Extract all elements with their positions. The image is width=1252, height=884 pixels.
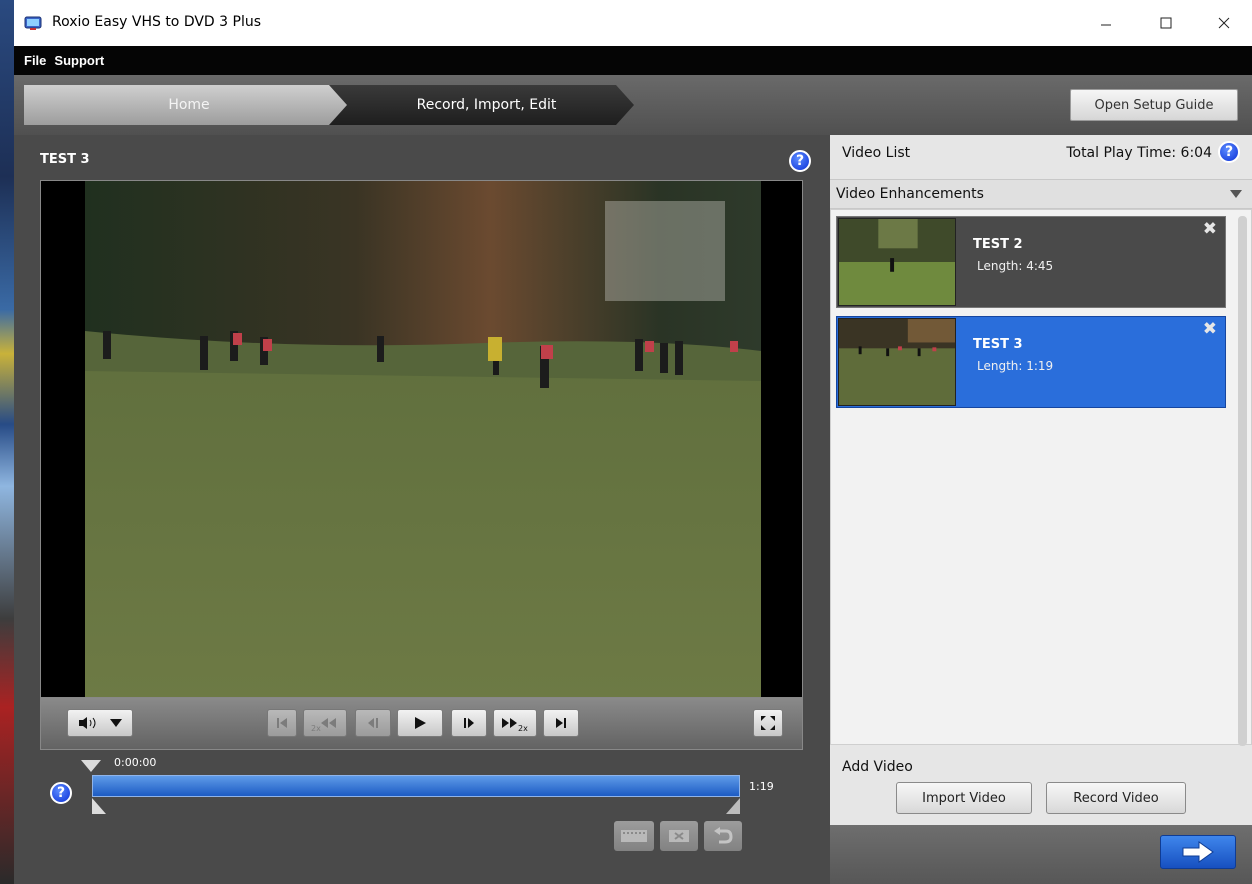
video-clip-list: TEST 2 Length: 4:45 ✖ TEST 3 Length: 1:1… xyxy=(830,209,1252,746)
help-icon[interactable]: ? xyxy=(789,150,811,172)
frame-back-icon xyxy=(368,718,378,728)
app-logo-icon xyxy=(24,16,42,30)
help-icon[interactable]: ? xyxy=(50,782,72,804)
trim-end-handle[interactable] xyxy=(726,798,740,814)
desktop-background-strip xyxy=(0,0,14,884)
maximize-button[interactable] xyxy=(1144,8,1188,38)
step-record-import-edit[interactable]: Record, Import, Edit xyxy=(329,85,634,125)
maximize-icon xyxy=(1160,17,1172,29)
video-list-title: Video List xyxy=(842,145,911,161)
clip-item-test-2[interactable]: TEST 2 Length: 4:45 ✖ xyxy=(836,216,1226,308)
step-navigation: Home Record, Import, Edit Open Setup Gui… xyxy=(14,75,1252,135)
fullscreen-icon xyxy=(761,716,775,730)
title-bar: Roxio Easy VHS to DVD 3 Plus xyxy=(14,0,1252,46)
step-home[interactable]: Home xyxy=(24,85,354,125)
help-icon[interactable]: ? xyxy=(1218,141,1240,163)
clip-thumbnail xyxy=(838,318,956,406)
film-split-icon xyxy=(621,830,647,842)
playhead-marker[interactable] xyxy=(81,760,101,772)
clip-thumbnail xyxy=(838,218,956,306)
clip-length: Length: 4:45 xyxy=(977,259,1054,273)
close-icon: ✖ xyxy=(1202,219,1217,239)
clip-length: Length: 1:19 xyxy=(977,359,1054,373)
video-title: TEST 3 xyxy=(40,152,90,167)
play-icon xyxy=(415,717,426,729)
chevron-down-icon xyxy=(110,719,122,727)
window-title: Roxio Easy VHS to DVD 3 Plus xyxy=(52,14,262,30)
timeline-end-time: 1:19 xyxy=(749,780,774,793)
remove-clip-button[interactable]: ✖ xyxy=(1203,319,1217,339)
total-play-time: Total Play Time: 6:04 xyxy=(1066,145,1212,161)
close-icon xyxy=(1218,17,1230,29)
rewind-2x-button[interactable]: 2x xyxy=(303,709,347,737)
fast-forward-2x-icon: 2x xyxy=(502,718,528,732)
undo-icon xyxy=(714,827,733,844)
video-enhancements-label: Video Enhancements xyxy=(836,186,984,202)
list-scrollbar[interactable] xyxy=(1238,216,1247,746)
playback-controls: 2x 2x xyxy=(40,698,803,750)
timeline-track[interactable] xyxy=(92,775,740,797)
rewind-2x-icon: 2x xyxy=(311,718,336,732)
arrow-right-icon xyxy=(1182,841,1214,863)
split-clip-button[interactable] xyxy=(614,821,654,851)
minimize-icon xyxy=(1101,24,1111,26)
step-forward-button[interactable] xyxy=(451,709,487,737)
add-video-label: Add Video xyxy=(842,759,913,775)
import-video-button[interactable]: Import Video xyxy=(896,782,1032,814)
menu-support[interactable]: Support xyxy=(54,53,104,68)
clip-item-test-3[interactable]: TEST 3 Length: 1:19 ✖ xyxy=(836,316,1226,408)
menu-file[interactable]: File xyxy=(24,53,46,68)
go-to-start-button[interactable] xyxy=(267,709,297,737)
panel-footer xyxy=(830,825,1252,884)
go-to-end-button[interactable] xyxy=(543,709,579,737)
close-window-button[interactable] xyxy=(1202,8,1246,38)
svg-text:2x: 2x xyxy=(518,724,528,732)
speaker-icon xyxy=(79,717,96,729)
close-icon: ✖ xyxy=(1202,319,1217,339)
app-window: Roxio Easy VHS to DVD 3 Plus File Suppor… xyxy=(14,0,1252,884)
fast-forward-2x-button[interactable]: 2x xyxy=(493,709,537,737)
svg-text:2x: 2x xyxy=(311,724,321,732)
undo-button[interactable] xyxy=(704,821,742,851)
video-enhancements-dropdown[interactable]: Video Enhancements xyxy=(830,179,1252,209)
delete-segment-button[interactable] xyxy=(660,821,698,851)
step-back-button[interactable] xyxy=(355,709,391,737)
clip-name: TEST 2 xyxy=(973,237,1023,252)
clip-name: TEST 3 xyxy=(973,337,1023,352)
video-preview[interactable] xyxy=(40,180,803,698)
video-list-panel: Video List Total Play Time: 6:04 ? Video… xyxy=(830,135,1252,884)
remove-clip-button[interactable]: ✖ xyxy=(1203,219,1217,239)
minimize-button[interactable] xyxy=(1084,8,1128,38)
frame-forward-icon xyxy=(464,718,474,728)
delete-segment-icon xyxy=(669,830,689,842)
skip-to-start-icon xyxy=(277,718,287,728)
volume-control[interactable] xyxy=(67,709,133,737)
open-setup-guide-button[interactable]: Open Setup Guide xyxy=(1070,89,1238,121)
play-button[interactable] xyxy=(397,709,443,737)
skip-to-end-icon xyxy=(556,718,566,728)
record-video-button[interactable]: Record Video xyxy=(1046,782,1186,814)
video-frame-image xyxy=(85,181,761,697)
chevron-down-icon xyxy=(1230,190,1242,198)
fullscreen-button[interactable] xyxy=(753,709,783,737)
timeline-start-time: 0:00:00 xyxy=(114,756,157,769)
next-step-button[interactable] xyxy=(1160,835,1236,869)
trim-start-handle[interactable] xyxy=(92,798,106,814)
menu-bar: File Support xyxy=(14,46,1252,75)
